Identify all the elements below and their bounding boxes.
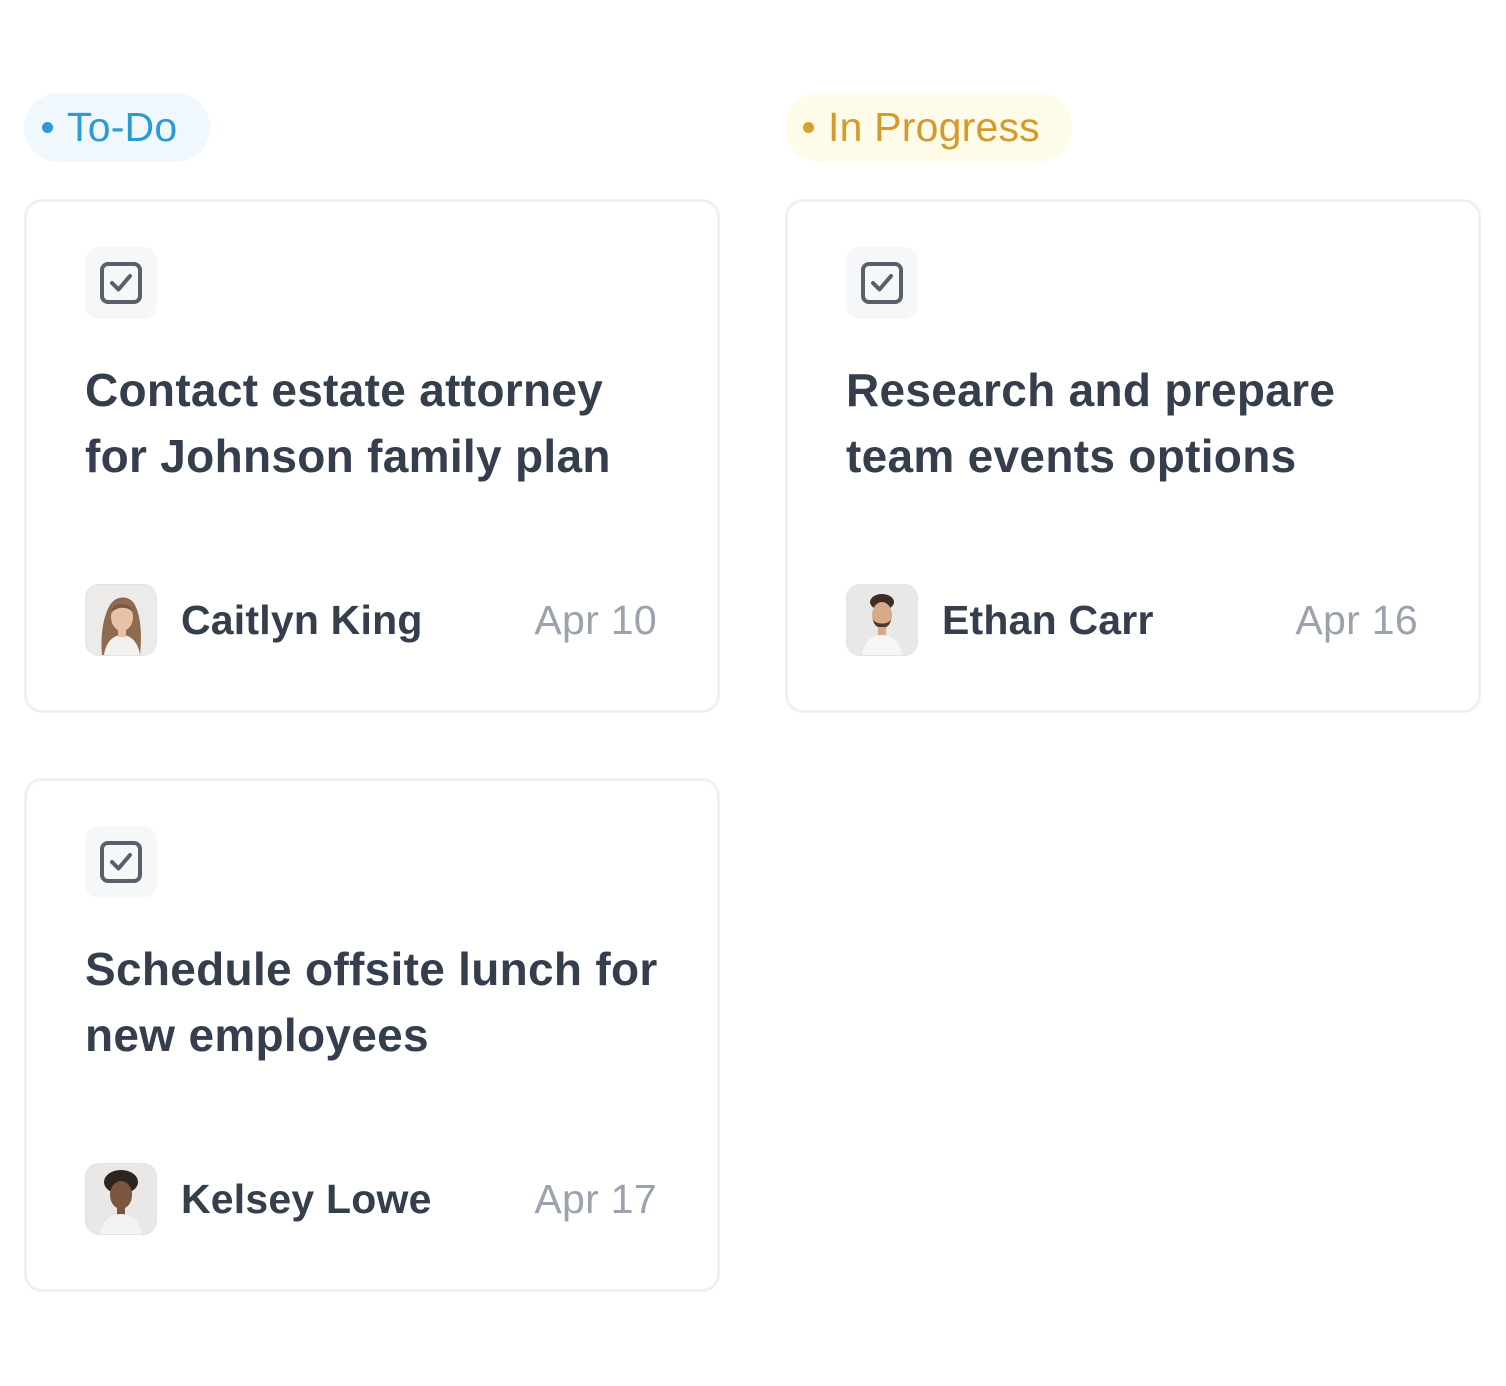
avatar[interactable] [85, 1163, 157, 1235]
column-label: To-Do [67, 104, 178, 150]
avatar[interactable] [85, 584, 157, 656]
checkbox-icon[interactable] [85, 826, 157, 898]
task-title[interactable]: Research and prepare team events options [846, 357, 1436, 489]
due-date: Apr 17 [534, 1175, 657, 1222]
dot-icon [42, 122, 53, 133]
status-badge-in-progress[interactable]: In Progress [785, 93, 1072, 162]
checkbox-icon[interactable] [846, 247, 918, 319]
column-label: In Progress [828, 104, 1040, 150]
due-date: Apr 10 [534, 596, 657, 643]
dot-icon [803, 122, 814, 133]
task-card[interactable]: Contact estate attorney for Johnson fami… [24, 199, 720, 713]
assignee-name: Caitlyn King [181, 596, 423, 643]
task-card[interactable]: Research and prepare team events options… [785, 199, 1481, 713]
status-badge-todo[interactable]: To-Do [24, 93, 210, 162]
due-date: Apr 16 [1295, 596, 1418, 643]
task-title[interactable]: Contact estate attorney for Johnson fami… [85, 357, 675, 489]
assignee-name: Kelsey Lowe [181, 1175, 432, 1222]
task-footer: Ethan Carr Apr 16 [846, 584, 1418, 656]
task-title[interactable]: Schedule offsite lunch for new employees [85, 936, 675, 1068]
task-footer: Caitlyn King Apr 10 [85, 584, 657, 656]
task-footer: Kelsey Lowe Apr 17 [85, 1163, 657, 1235]
checkbox-icon[interactable] [85, 247, 157, 319]
task-card[interactable]: Schedule offsite lunch for new employees… [24, 778, 720, 1292]
avatar[interactable] [846, 584, 918, 656]
assignee-name: Ethan Carr [942, 596, 1154, 643]
